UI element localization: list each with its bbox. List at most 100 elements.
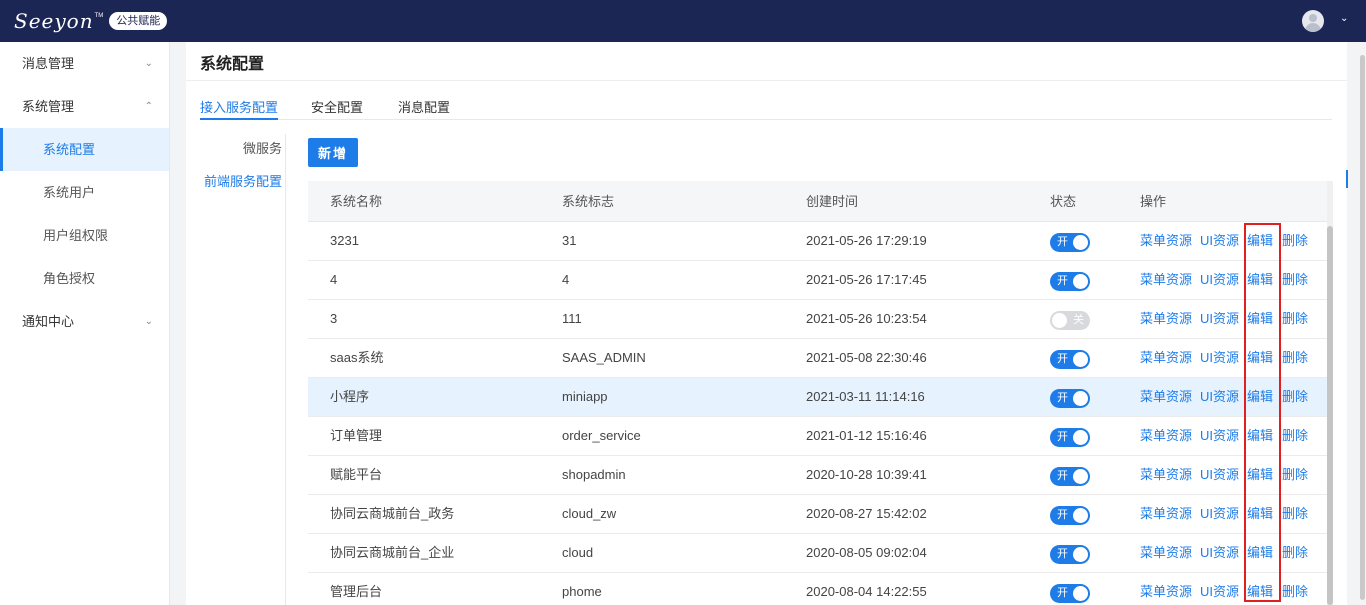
ui-resource-link[interactable]: UI资源 <box>1200 534 1239 572</box>
delete-link[interactable]: 删除 <box>1282 300 1308 338</box>
menu-resource-link[interactable]: 菜单资源 <box>1140 495 1192 533</box>
delete-link[interactable]: 删除 <box>1282 378 1308 416</box>
delete-link[interactable]: 删除 <box>1282 417 1308 455</box>
ui-resource-link[interactable]: UI资源 <box>1200 222 1239 260</box>
tab-security-config[interactable]: 安全配置 <box>311 97 363 120</box>
edit-link[interactable]: 编辑 <box>1247 339 1273 377</box>
edit-link[interactable]: 编辑 <box>1247 534 1273 572</box>
logo-tm: TM <box>94 13 104 19</box>
ui-resource-link[interactable]: UI资源 <box>1200 495 1239 533</box>
logo[interactable]: Seeyon TM 公共赋能 <box>14 8 168 34</box>
menu-resource-link[interactable]: 菜单资源 <box>1140 222 1192 260</box>
status-toggle[interactable]: 开 <box>1050 467 1090 486</box>
sidebar-item-user-group-permissions[interactable]: 用户组权限 <box>0 214 169 257</box>
status-toggle[interactable]: 开 <box>1050 506 1090 525</box>
menu-resource-link[interactable]: 菜单资源 <box>1140 261 1192 299</box>
table-row[interactable]: 管理后台 phome 2020-08-04 14:22:55 开 菜单资源 UI资源 编辑删… <box>308 573 1332 605</box>
status-toggle-knob <box>1073 352 1088 367</box>
column-header-status: 状态 <box>1050 194 1077 209</box>
table-scrollbar[interactable] <box>1327 181 1333 605</box>
ui-resource-link[interactable]: UI资源 <box>1200 261 1239 299</box>
cell-created-time: 2021-05-26 17:17:45 <box>806 272 927 287</box>
status-toggle[interactable]: 关 <box>1050 311 1090 330</box>
ui-resource-link[interactable]: UI资源 <box>1200 300 1239 338</box>
status-toggle[interactable]: 开 <box>1050 428 1090 447</box>
menu-resource-link[interactable]: 菜单资源 <box>1140 417 1192 455</box>
delete-link[interactable]: 删除 <box>1282 339 1308 377</box>
edit-link[interactable]: 编辑 <box>1247 222 1273 260</box>
top-bar: Seeyon TM 公共赋能 ⌄ <box>0 0 1366 42</box>
delete-link[interactable]: 删除 <box>1282 495 1308 533</box>
ui-resource-link[interactable]: UI资源 <box>1200 378 1239 416</box>
table-row[interactable]: 订单管理 order_service 2021-01-12 15:16:46 开 菜单资… <box>308 417 1332 456</box>
status-toggle-label: 开 <box>1057 236 1068 248</box>
status-toggle[interactable]: 开 <box>1050 233 1090 252</box>
ui-resource-link[interactable]: UI资源 <box>1200 573 1239 605</box>
chevron-down-icon: ⌄ <box>144 316 153 327</box>
table-scrollbar-thumb[interactable] <box>1327 226 1333 605</box>
ui-resource-link[interactable]: UI资源 <box>1200 456 1239 494</box>
tab-message-config[interactable]: 消息配置 <box>398 97 450 120</box>
delete-link[interactable]: 删除 <box>1282 534 1308 572</box>
status-toggle[interactable]: 开 <box>1050 545 1090 564</box>
ui-resource-link[interactable]: UI资源 <box>1200 339 1239 377</box>
table-row[interactable]: 小程序 miniapp 2021-03-11 11:14:16 开 菜单资源 UI资源 编辑… <box>308 378 1332 417</box>
user-avatar-icon[interactable] <box>1302 10 1324 32</box>
sidebar-group-notifications[interactable]: 通知中心 ⌄ <box>0 300 169 343</box>
menu-resource-link[interactable]: 菜单资源 <box>1140 339 1192 377</box>
cell-created-time: 2020-10-28 10:39:41 <box>806 467 927 482</box>
edit-link[interactable]: 编辑 <box>1247 300 1273 338</box>
edit-link[interactable]: 编辑 <box>1247 495 1273 533</box>
table-row[interactable]: 4 4 2021-05-26 17:17:45 开 菜单资源 UI资源 编辑 删除 <box>308 261 1332 300</box>
tab-access-service-config[interactable]: 接入服务配置 <box>200 97 279 120</box>
status-toggle[interactable]: 开 <box>1050 584 1090 603</box>
sidebar-group-system[interactable]: 系统管理 ⌃ <box>0 85 169 128</box>
subnav-item-microservice[interactable]: 微服务 <box>243 138 282 157</box>
status-toggle[interactable]: 开 <box>1050 350 1090 369</box>
status-toggle[interactable]: 开 <box>1050 389 1090 408</box>
table-row[interactable]: 3231 31 2021-05-26 17:29:19 开 菜单资源 UI资源 编辑 删除 <box>308 222 1332 261</box>
table-row[interactable]: 赋能平台 shopadmin 2020-10-28 10:39:41 开 菜单资源 UI资… <box>308 456 1332 495</box>
menu-resource-link[interactable]: 菜单资源 <box>1140 378 1192 416</box>
title-divider <box>186 80 1347 81</box>
status-toggle-knob <box>1073 235 1088 250</box>
sidebar-group-label: 消息管理 <box>22 56 75 71</box>
menu-resource-link[interactable]: 菜单资源 <box>1140 534 1192 572</box>
chevron-down-icon: ⌄ <box>144 58 153 69</box>
ui-resource-link[interactable]: UI资源 <box>1200 417 1239 455</box>
cell-system-code: cloud <box>562 545 594 560</box>
sidebar-item-system-users[interactable]: 系统用户 <box>0 171 169 214</box>
sidebar-group-messages[interactable]: 消息管理 ⌄ <box>0 42 169 85</box>
cell-system-name: 3231 <box>330 233 359 248</box>
sidebar: 消息管理 ⌄ 系统管理 ⌃ 系统配置 系统用户 用户组权限 角色授权 通知中心 … <box>0 42 170 605</box>
add-button[interactable]: 新增 <box>308 138 358 167</box>
avatar-head <box>1309 14 1317 22</box>
status-toggle[interactable]: 开 <box>1050 272 1090 291</box>
edit-link[interactable]: 编辑 <box>1247 261 1273 299</box>
column-header-code: 系统标志 <box>562 194 615 209</box>
menu-resource-link[interactable]: 菜单资源 <box>1140 456 1192 494</box>
table-row[interactable]: saas系统 SAAS_ADMIN 2021-05-08 22:30:46 开 菜单资源… <box>308 339 1332 378</box>
edit-link[interactable]: 编辑 <box>1247 378 1273 416</box>
page-scrollbar[interactable] <box>1360 55 1365 600</box>
edit-link[interactable]: 编辑 <box>1247 573 1273 605</box>
cell-system-code: phome <box>562 584 602 599</box>
sidebar-item-system-config[interactable]: 系统配置 <box>0 128 169 171</box>
delete-link[interactable]: 删除 <box>1282 456 1308 494</box>
delete-link[interactable]: 删除 <box>1282 573 1308 605</box>
menu-resource-link[interactable]: 菜单资源 <box>1140 573 1192 605</box>
cell-created-time: 2021-03-11 11:14:16 <box>806 389 925 404</box>
subnav-item-frontend-service[interactable]: 前端服务配置 <box>204 171 282 190</box>
menu-resource-link[interactable]: 菜单资源 <box>1140 300 1192 338</box>
logo-text: Seeyon <box>14 9 94 33</box>
delete-link[interactable]: 删除 <box>1282 261 1308 299</box>
table-row[interactable]: 3 111 2021-05-26 10:23:54 关 菜单资源 UI资源 编辑 删除 <box>308 300 1332 339</box>
sidebar-item-role-authorization[interactable]: 角色授权 <box>0 257 169 300</box>
edit-link[interactable]: 编辑 <box>1247 456 1273 494</box>
edit-link[interactable]: 编辑 <box>1247 417 1273 455</box>
chevron-down-icon[interactable]: ⌄ <box>1340 13 1348 24</box>
table-row[interactable]: 协同云商城前台_企业 cloud 2020-08-05 09:02:04 开 菜单资源 U… <box>308 534 1332 573</box>
status-toggle-knob <box>1073 547 1088 562</box>
table-row[interactable]: 协同云商城前台_政务 cloud_zw 2020-08-27 15:42:02 开 菜单… <box>308 495 1332 534</box>
delete-link[interactable]: 删除 <box>1282 222 1308 260</box>
